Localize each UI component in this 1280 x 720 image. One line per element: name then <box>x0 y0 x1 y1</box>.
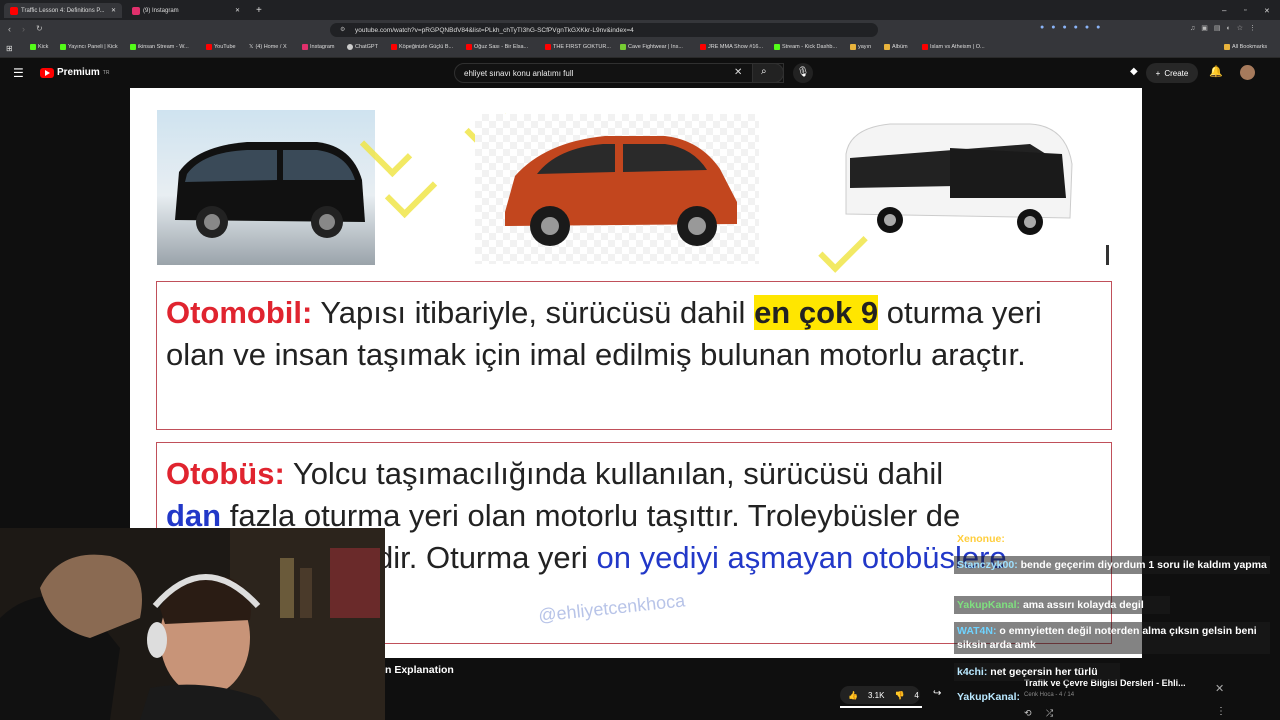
create-button[interactable]: + Create <box>1146 63 1198 83</box>
video-title: n Explanation <box>385 664 454 676</box>
youtube-logo-icon <box>40 67 54 78</box>
window-close-icon[interactable]: ✕ <box>1258 3 1276 18</box>
forward-icon[interactable]: › <box>22 24 25 34</box>
dislike-icon[interactable]: 👎 <box>894 691 904 700</box>
bookmark-item[interactable]: THE FIRST GOKTUR... <box>545 44 611 50</box>
youtube-icon <box>391 44 397 50</box>
youtube-header: ☰ Premium TR ehliyet sınavı konu anlatım… <box>0 58 1280 88</box>
definition-otomobil: Otomobil: Yapısı itibariyle, sürücüsü da… <box>156 281 1112 430</box>
bookmark-youtube[interactable]: YouTube <box>206 44 236 50</box>
like-icon[interactable]: 👍 <box>848 691 858 700</box>
chat-message: k4chi: net geçersin her türlü <box>954 663 1120 681</box>
progress-divider <box>840 706 922 708</box>
site-info-icon[interactable]: ⚙ <box>340 26 345 33</box>
bookmark-folder[interactable]: yayın <box>850 44 871 50</box>
browser-actions-icons[interactable]: ♫▣▤◐☆⋮ <box>1190 24 1270 34</box>
term-label: Otomobil: <box>166 295 313 330</box>
bookmark-kick[interactable]: Kick <box>30 44 48 50</box>
chat-message: Stanczyk00: bende geçerim diyordum 1 sor… <box>954 556 1270 574</box>
bookmark-item[interactable]: Stream - Kick Dashb... <box>774 44 837 50</box>
extension-icons[interactable]: ●●●●●● <box>1040 24 1130 34</box>
kick-icon <box>30 44 36 50</box>
notification-icon[interactable]: 🔔 <box>1209 65 1223 78</box>
van-image <box>157 110 375 265</box>
close-icon[interactable]: ✕ <box>111 7 116 14</box>
like-dislike-group[interactable]: 👍 3.1K 👎 4 <box>840 686 920 704</box>
scroll-marker <box>1106 245 1109 265</box>
share-icon[interactable]: ↪ <box>933 688 941 699</box>
chat-overlay: Xenonue: Stanczyk00: bende geçerim diyor… <box>950 528 1280 720</box>
minimize-icon[interactable]: – <box>1216 3 1232 18</box>
youtube-favicon-icon <box>10 6 18 15</box>
highlighted-text: en çok 9 <box>754 295 879 330</box>
live-icon[interactable]: ◆ <box>1130 66 1138 77</box>
bookmark-folder[interactable]: Albüm <box>884 44 908 50</box>
chat-message: WAT4N: o emnyietten değil noterden alma … <box>954 622 1270 654</box>
video-info-bar: n Explanation 👍 3.1K 👎 4 ↪ <box>385 658 950 720</box>
bookmark-item[interactable]: Köpeğinizle Güçlü B... <box>391 44 453 50</box>
instagram-favicon-icon <box>132 6 140 15</box>
tab-traffic-lesson[interactable]: Traffic Lesson 4: Definitions P... ✕ <box>4 3 122 18</box>
close-icon[interactable]: ✕ <box>235 7 240 14</box>
plus-icon: + <box>1155 68 1161 78</box>
tab-title: (9) Instagram <box>143 7 179 14</box>
cave-icon <box>620 44 626 50</box>
folder-icon <box>884 44 890 50</box>
folder-icon <box>850 44 856 50</box>
browser-toolbar: ‹ › ↻ ⚙ youtube.com/watch?v=pRGPQNBdV84&… <box>0 20 1280 40</box>
back-icon[interactable]: ‹ <box>8 24 11 34</box>
browser-tab-bar: Traffic Lesson 4: Definitions P... ✕ (9)… <box>0 0 1280 20</box>
instagram-icon <box>302 44 308 50</box>
webcam-overlay <box>0 528 385 720</box>
chat-message: YakupKanal: <box>957 691 1021 703</box>
address-bar[interactable]: ⚙ youtube.com/watch?v=pRGPQNBdV84&list=P… <box>330 23 878 37</box>
avatar[interactable] <box>1240 65 1255 80</box>
search-icon: ⌕ <box>761 66 767 77</box>
kick-icon <box>130 44 136 50</box>
chat-message: YakupKanal: ama assırı kolayda degil <box>954 596 1170 614</box>
bookmark-kick-panel[interactable]: Yayıncı Paneli | Kick <box>60 44 118 50</box>
search-button[interactable]: ⌕ <box>752 63 784 83</box>
bookmark-kick-stream[interactable]: ikinsan Stream - W... <box>130 44 189 50</box>
bookmark-item[interactable]: JRE MMA Show #16... <box>700 44 763 50</box>
term-label: Otobüs: <box>166 456 285 491</box>
youtube-logo[interactable]: Premium TR <box>40 67 109 78</box>
youtube-icon <box>545 44 551 50</box>
bus-image <box>830 114 1080 249</box>
reload-icon[interactable]: ↻ <box>36 24 43 33</box>
mic-icon[interactable]: 🎙 <box>793 63 813 83</box>
all-bookmarks[interactable]: All Bookmarks <box>1224 44 1267 50</box>
bookmark-item[interactable]: Oğuz Sası - Bir Elsa... <box>466 44 528 50</box>
bookmark-item[interactable]: Cave Fightwear | Ins... <box>620 44 683 50</box>
bookmark-chatgpt[interactable]: ChatGPT <box>347 44 378 50</box>
search-input[interactable]: ehliyet sınavı konu anlatımı full ✕ <box>454 63 784 83</box>
car-image <box>475 114 759 264</box>
address-text: youtube.com/watch?v=pRGPQNBdV84&list=PLk… <box>355 26 634 34</box>
bookmarks-bar: ⊞ Kick Yayıncı Paneli | Kick ikinsan Str… <box>0 40 1280 58</box>
tab-instagram[interactable]: (9) Instagram ✕ <box>126 3 246 18</box>
bookmark-instagram[interactable]: Instagram <box>302 44 334 50</box>
folder-icon <box>1224 44 1230 50</box>
youtube-icon <box>466 44 472 50</box>
youtube-icon <box>700 44 706 50</box>
chatgpt-icon <box>347 44 353 50</box>
new-tab-button[interactable]: + <box>250 3 264 18</box>
chat-message: Xenonue: <box>957 533 1005 545</box>
bookmark-x[interactable]: 𝕏 (4) Home / X <box>249 44 287 50</box>
youtube-icon <box>206 44 212 50</box>
clear-search-icon[interactable]: ✕ <box>734 67 742 78</box>
kick-icon <box>774 44 780 50</box>
maximize-icon[interactable]: ▫ <box>1238 3 1252 18</box>
bookmark-item[interactable]: Islam vs Atheism | O... <box>922 44 985 50</box>
menu-icon[interactable]: ☰ <box>13 66 24 80</box>
apps-grid-icon[interactable]: ⊞ <box>6 44 13 53</box>
youtube-icon <box>922 44 928 50</box>
kick-icon <box>60 44 66 50</box>
tab-title: Traffic Lesson 4: Definitions P... <box>21 7 105 14</box>
x-icon: 𝕏 <box>249 44 254 50</box>
